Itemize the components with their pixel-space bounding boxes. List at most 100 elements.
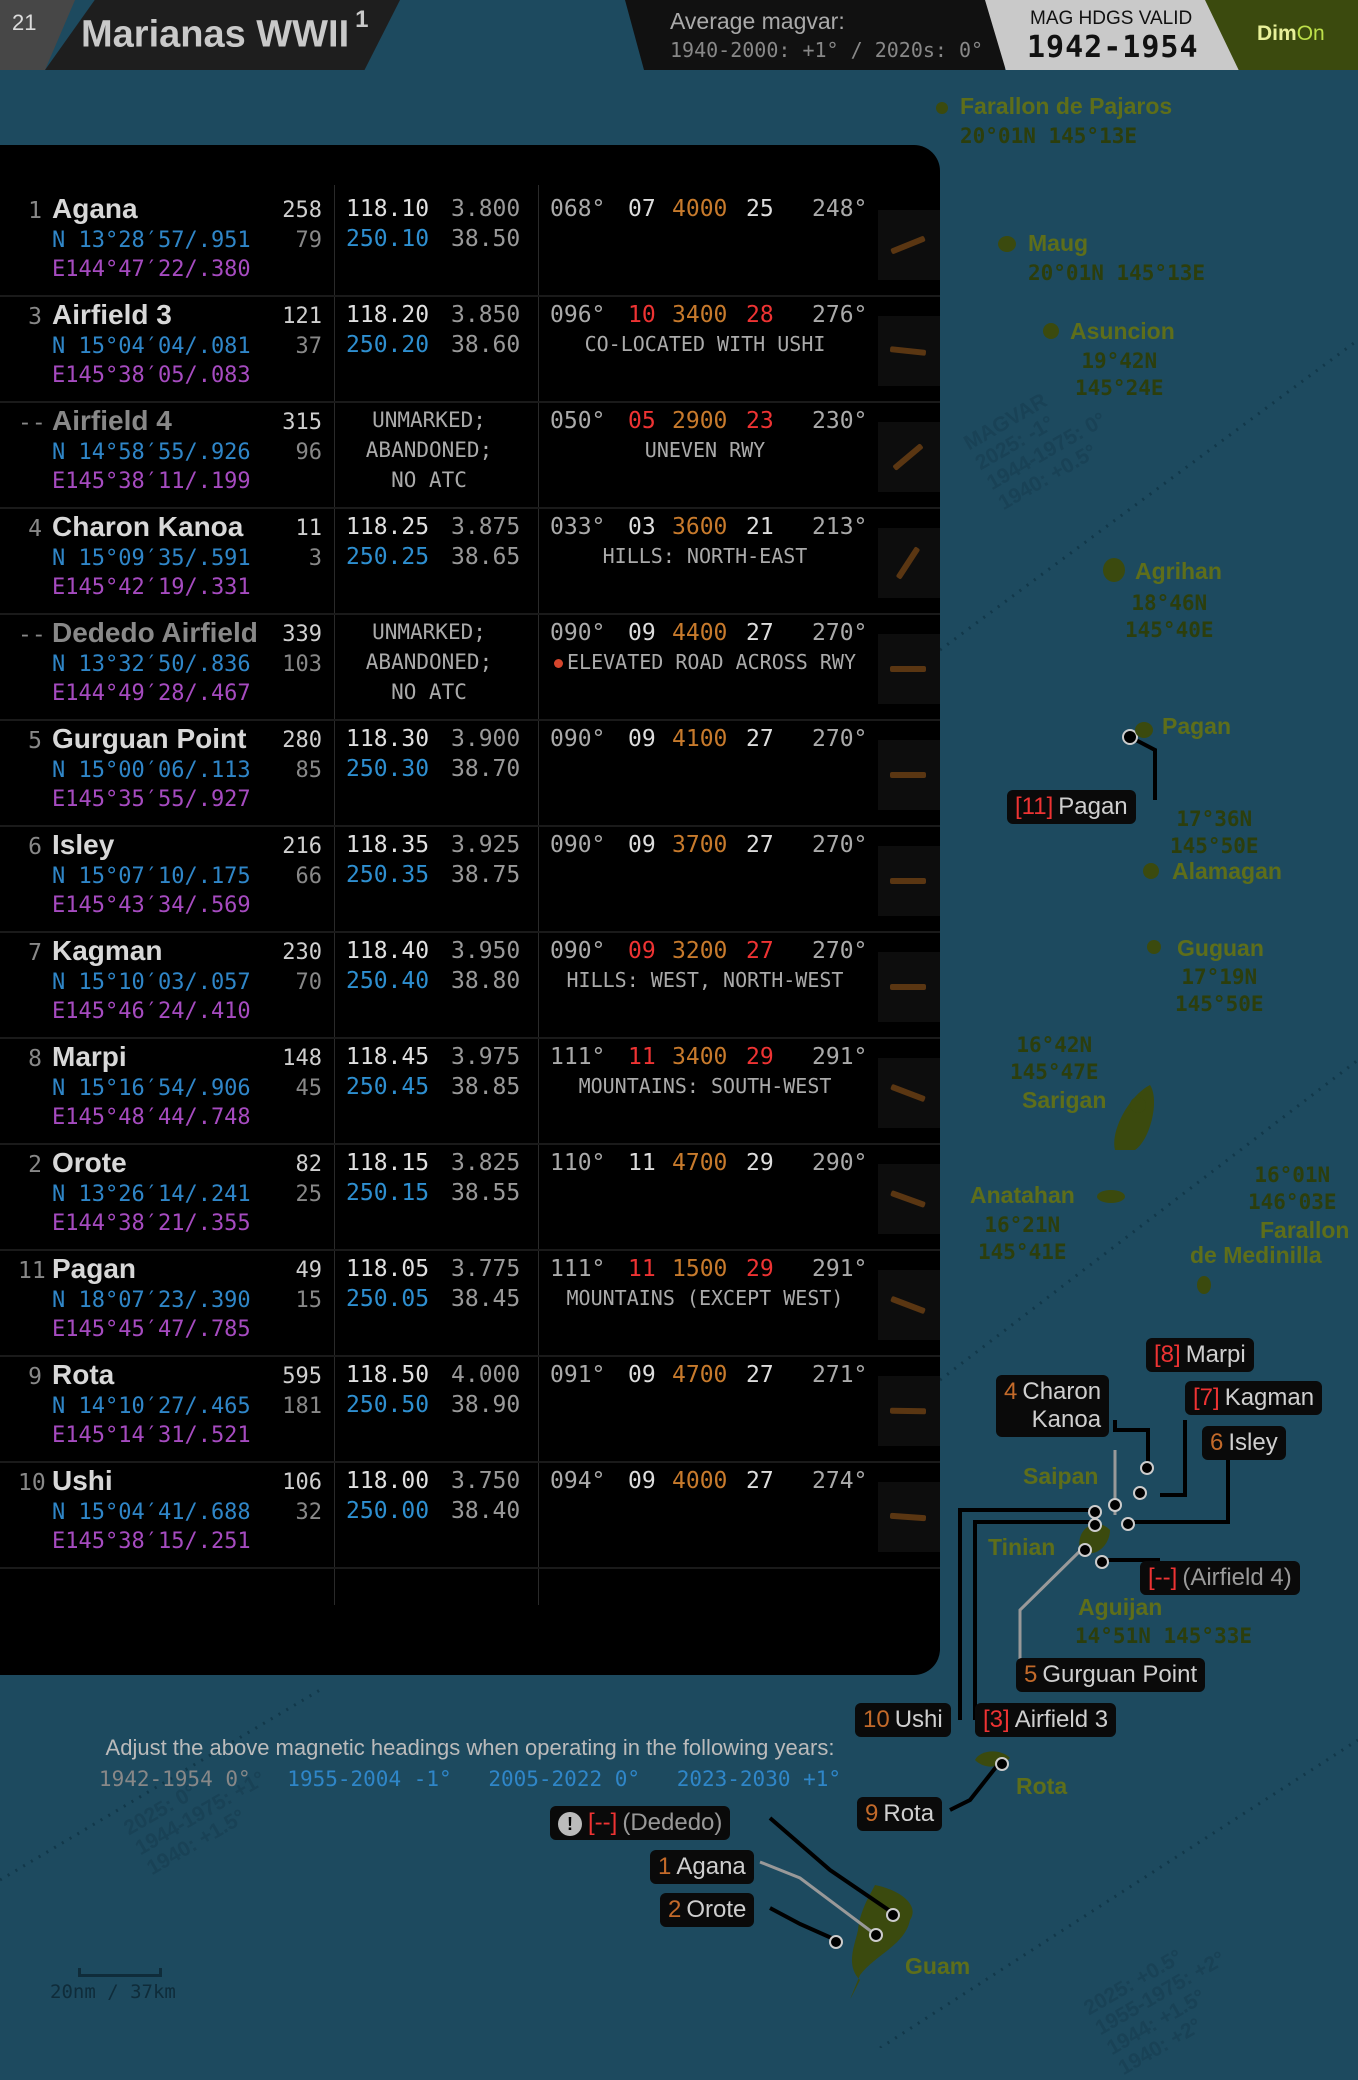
table-row[interactable]: 5 Gurguan Point N 15°00′06/.113 E145°35′55/… bbox=[0, 720, 940, 827]
map-label-orote[interactable]: 2 Orote bbox=[660, 1893, 755, 1927]
table-row[interactable]: 6 Isley N 15°07′10/.175 E145°43′34/.569 216 6… bbox=[0, 826, 940, 933]
elevation-ft: 49 bbox=[295, 1258, 323, 1283]
runway-1: 09 bbox=[628, 726, 656, 752]
runway-bar bbox=[889, 1512, 927, 1522]
table-row[interactable]: 11 Pagan N 18°07′23/.390 E145°45′47/.785 49 1… bbox=[0, 1250, 940, 1357]
runway-2: 29 bbox=[746, 1044, 774, 1070]
runway-bar bbox=[890, 772, 926, 778]
vhf-frequency: 118.10 bbox=[346, 196, 430, 222]
map-label-marpi[interactable]: [8] Marpi bbox=[1146, 1338, 1254, 1372]
elevation-m: 45 bbox=[295, 1076, 323, 1101]
runway-1: 09 bbox=[628, 620, 656, 646]
runway-note-text: HILLS: WEST, NORTH-WEST bbox=[566, 968, 844, 992]
vhf-frequency: 118.25 bbox=[346, 514, 430, 540]
warning-icon: ! bbox=[558, 1812, 582, 1836]
elevation-m: 3 bbox=[308, 546, 322, 571]
heading-1: 111° bbox=[550, 1044, 606, 1070]
airfield-name: Airfield 3 bbox=[52, 299, 172, 330]
uhf-frequency: 250.05 bbox=[346, 1286, 430, 1312]
airfield-name: Rota bbox=[52, 1359, 115, 1390]
table-row[interactable]: 9 Rota N 14°10′27/.465 E145°14′31/.521 595 18… bbox=[0, 1356, 940, 1463]
runway-1: 05 bbox=[628, 408, 656, 434]
runway-note: UNEVEN RWY bbox=[545, 438, 865, 462]
elevation-ft: 258 bbox=[282, 198, 322, 223]
uhf-frequency: 250.30 bbox=[346, 756, 430, 782]
fm-frequency: 38.65 bbox=[451, 544, 521, 570]
latitude: N 18°07′23/.390 bbox=[52, 1288, 251, 1313]
longitude: E144°49′28/.467 bbox=[52, 681, 251, 706]
longitude: E145°14′31/.521 bbox=[52, 1423, 251, 1448]
map-label-ushi[interactable]: 10 Ushi bbox=[855, 1703, 951, 1737]
latitude: N 13°32′50/.836 bbox=[52, 652, 251, 677]
map-label-agana[interactable]: 1 Agana bbox=[650, 1850, 754, 1884]
runway-note-text: HILLS: NORTH-EAST bbox=[602, 544, 808, 568]
elevation-ft: 280 bbox=[282, 728, 322, 753]
map-label-airfield-3[interactable]: [3] Airfield 3 bbox=[975, 1703, 1117, 1737]
table-row[interactable]: 4 Charon Kanoa N 15°09′35/.591 E145°42′19/.… bbox=[0, 508, 940, 615]
place-guam: Guam bbox=[905, 1953, 971, 1979]
map-label-pagan[interactable]: [11] Pagan bbox=[1007, 790, 1136, 824]
coord-sarigan: 16°42N 145°47E bbox=[1010, 1033, 1099, 1084]
table-row[interactable]: 10 Ushi N 15°04′41/.688 E145°38′15/.251 106 3… bbox=[0, 1462, 940, 1569]
runway-diagram-icon bbox=[878, 1376, 940, 1446]
longitude: E145°46′24/.410 bbox=[52, 999, 251, 1024]
map-label-kagman[interactable]: [7] Kagman bbox=[1185, 1381, 1323, 1415]
runway-bar bbox=[892, 443, 924, 471]
table-row[interactable]: 7 Kagman N 15°10′03/.057 E145°46′24/.410 230… bbox=[0, 932, 940, 1039]
latitude: N 15°10′03/.057 bbox=[52, 970, 251, 995]
runway-diagram-icon bbox=[878, 634, 940, 704]
table-row[interactable]: -- Airfield 4 N 14°58′55/.926 E145°38′11/.1… bbox=[0, 402, 940, 509]
hf-frequency: 3.950 bbox=[451, 938, 521, 964]
vhf-frequency: 118.50 bbox=[346, 1362, 430, 1388]
runway-bar bbox=[890, 878, 926, 884]
heading-1: 068° bbox=[550, 196, 606, 222]
agrihan-island bbox=[1103, 558, 1125, 582]
hf-frequency: 4.000 bbox=[451, 1362, 521, 1388]
fm-frequency: 38.55 bbox=[451, 1180, 521, 1206]
longitude: E145°38′11/.199 bbox=[52, 469, 251, 494]
elevation-ft: 339 bbox=[282, 622, 322, 647]
row-number: 9 bbox=[28, 1364, 42, 1390]
runway-1: 11 bbox=[628, 1044, 656, 1070]
table-row[interactable]: 8 Marpi N 15°16′54/.906 E145°48′44/.748 148 4… bbox=[0, 1038, 940, 1145]
latitude: N 14°10′27/.465 bbox=[52, 1394, 251, 1419]
heading-1: 090° bbox=[550, 726, 606, 752]
map-label-charon-kanoa[interactable]: 4 Charon Kanoa bbox=[996, 1375, 1110, 1437]
table-row[interactable]: 3 Airfield 3 N 15°04′04/.081 E145°38′05/.08… bbox=[0, 296, 940, 403]
map-label-gurguan-point[interactable]: 5 Gurguan Point bbox=[1016, 1658, 1206, 1692]
runway-note: HILLS: NORTH-EAST bbox=[545, 544, 865, 568]
latitude: N 15°16′54/.906 bbox=[52, 1076, 251, 1101]
table-row[interactable]: -- Dededo Airfield N 13°32′50/.836 E144°49′… bbox=[0, 614, 940, 721]
row-number: 5 bbox=[28, 728, 42, 754]
uhf-frequency: 250.45 bbox=[346, 1074, 430, 1100]
table-row[interactable]: 1 Agana N 13°28′57/.951 E144°47′22/.380 258 7… bbox=[0, 190, 940, 297]
runway-2: 25 bbox=[746, 196, 774, 222]
heading-1: 110° bbox=[550, 1150, 606, 1176]
heading-1: 090° bbox=[550, 620, 606, 646]
map-label-dededo[interactable]: ! [--] (Dededo) bbox=[550, 1806, 731, 1840]
table-row[interactable]: 2 Orote N 13°26′14/.241 E144°38′21/.355 82 25… bbox=[0, 1144, 940, 1251]
elevation-m: 96 bbox=[295, 440, 323, 465]
vhf-frequency: 118.20 bbox=[346, 302, 430, 328]
runway-2: 28 bbox=[746, 302, 774, 328]
uhf-frequency: 250.35 bbox=[346, 862, 430, 888]
airfield-name: Marpi bbox=[52, 1041, 127, 1072]
elevation-m: 15 bbox=[295, 1288, 323, 1313]
runway-diagram-icon bbox=[878, 210, 940, 280]
place-maug: Maug bbox=[1028, 230, 1089, 256]
pagan-island bbox=[1135, 722, 1153, 738]
saipan-island bbox=[1114, 1085, 1155, 1150]
longitude: E145°45′47/.785 bbox=[52, 1317, 251, 1342]
map-label-isley[interactable]: 6 Isley bbox=[1202, 1426, 1286, 1460]
runway-bar bbox=[889, 1407, 927, 1415]
latitude: N 15°07′10/.175 bbox=[52, 864, 251, 889]
coord-maug: 20°01N 145°13E bbox=[1028, 261, 1206, 285]
place-pagan: Pagan bbox=[1162, 713, 1232, 739]
row-number: -- bbox=[18, 410, 46, 436]
map-label-rota[interactable]: 9 Rota bbox=[857, 1797, 943, 1831]
runway-note: CO-LOCATED WITH USHI bbox=[545, 332, 865, 356]
runway-2: 27 bbox=[746, 726, 774, 752]
map-label-airfield-4[interactable]: [--] (Airfield 4) bbox=[1140, 1561, 1300, 1595]
latitude: N 15°04′41/.688 bbox=[52, 1500, 251, 1525]
status-line: NO ATC bbox=[391, 468, 467, 492]
